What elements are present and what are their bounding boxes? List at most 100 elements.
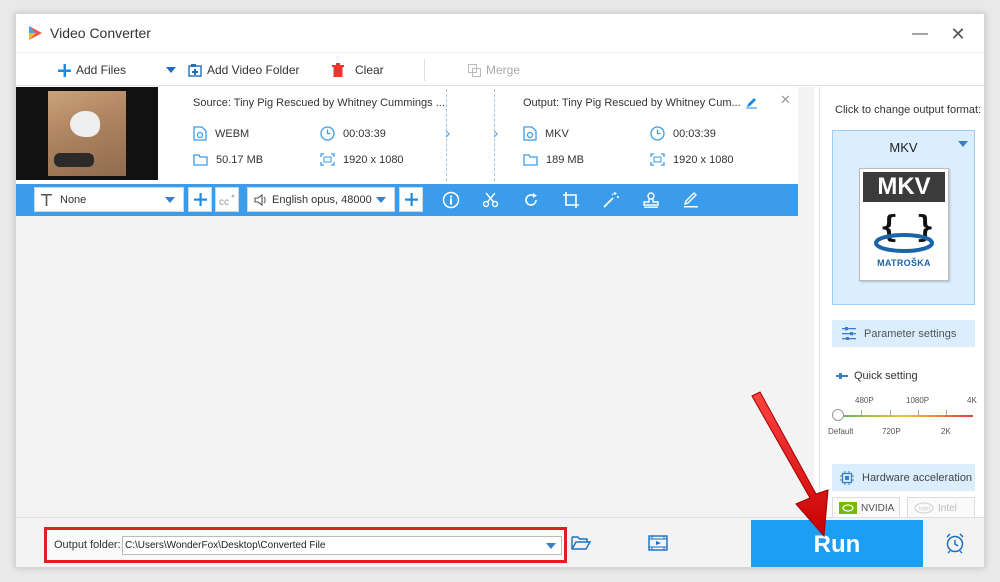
nvidia-logo-icon — [839, 502, 857, 514]
video-thumbnail[interactable] — [16, 87, 158, 180]
add-video-folder-button[interactable]: Add Video Folder — [188, 61, 300, 79]
magic-wand-icon[interactable] — [602, 191, 620, 209]
thumbnail-frame — [48, 91, 126, 176]
output-duration: 00:03:39 — [650, 126, 716, 141]
close-window-button[interactable]: ✕ — [946, 22, 970, 46]
trash-icon — [332, 63, 344, 77]
format-icon — [193, 126, 207, 141]
crop-icon[interactable] — [562, 191, 580, 209]
quick-setting-label: Quick setting — [836, 370, 918, 382]
caret-down-icon — [165, 197, 175, 203]
res-480p: 480P — [855, 396, 874, 405]
output-format-panel: Click to change output format: MKV MKV {… — [819, 87, 984, 519]
add-audio-button[interactable] — [399, 187, 423, 212]
edit-subtitle-icon[interactable] — [682, 191, 700, 209]
merge-icon — [468, 63, 481, 77]
caret-down-icon — [166, 67, 176, 73]
clear-label: Clear — [355, 63, 384, 77]
merge-button[interactable]: Merge — [468, 61, 520, 79]
app-logo-icon — [29, 26, 42, 40]
svg-text:intel: intel — [919, 507, 930, 513]
audio-track-select[interactable]: English opus, 48000 — [247, 187, 395, 212]
title-bar: Video Converter — ✕ — [16, 14, 984, 52]
clear-button[interactable]: Clear — [332, 61, 384, 79]
toolbar-separator — [424, 59, 425, 81]
folder-icon — [193, 154, 208, 166]
minimize-button[interactable]: — — [908, 22, 932, 46]
output-title: Output: Tiny Pig Rescued by Whitney Cum.… — [523, 97, 741, 109]
mkv-doc-header: MKV — [863, 172, 945, 202]
run-button[interactable]: Run — [751, 520, 923, 567]
watermark-stamp-icon[interactable] — [642, 191, 660, 209]
parameter-settings-button[interactable]: Parameter settings — [832, 320, 975, 347]
source-duration: 00:03:39 — [320, 126, 386, 141]
media-folder-icon[interactable] — [648, 535, 668, 551]
quick-setting-text: Quick setting — [854, 370, 918, 382]
thumbnail-dog — [54, 153, 94, 167]
resolution-icon — [320, 153, 335, 166]
add-files-button[interactable]: Add Files — [58, 61, 126, 79]
res-720p: 720P — [882, 427, 901, 436]
window-title: Video Converter — [50, 25, 151, 41]
source-size-text: 50.17 MB — [216, 153, 264, 166]
nvidia-button[interactable]: NVIDIA — [832, 497, 900, 519]
caret-down-icon-2 — [376, 197, 386, 203]
output-format: MKV — [523, 126, 569, 141]
cc-icon: cc — [219, 194, 235, 206]
subtitle-cc-button[interactable]: cc — [215, 187, 239, 212]
alarm-clock-icon[interactable] — [944, 532, 966, 554]
quality-slider-track[interactable] — [837, 415, 973, 417]
intel-button[interactable]: intel Intel — [907, 497, 975, 519]
plus-icon-2 — [404, 193, 418, 206]
source-resolution: 1920 x 1080 — [320, 153, 404, 166]
thumbnail-pig — [70, 111, 100, 137]
add-video-folder-label: Add Video Folder — [207, 63, 300, 77]
output-folder-path: C:\Users\WonderFox\Desktop\Converted Fil… — [125, 540, 326, 551]
quality-slider-knob[interactable] — [832, 409, 844, 421]
plus-icon — [58, 63, 71, 77]
nvidia-label: NVIDIA — [861, 502, 895, 514]
slider-tick — [918, 410, 919, 415]
pencil-icon[interactable] — [745, 96, 758, 109]
res-2k: 2K — [941, 427, 951, 436]
slider-tick — [946, 410, 947, 415]
res-4k: 4K — [967, 396, 977, 405]
output-folder-group: Output folder: C:\Users\WonderFox\Deskto… — [44, 527, 567, 563]
slider-tick — [861, 410, 862, 415]
rotate-icon[interactable] — [522, 191, 540, 209]
toolbar: Add Files Add Video Folder Clear Merge — [16, 52, 984, 86]
intel-logo-icon: intel — [914, 502, 934, 514]
source-title: Source: Tiny Pig Rescued by Whitney Cumm… — [193, 97, 445, 109]
output-resolution-text: 1920 x 1080 — [673, 153, 734, 166]
quick-setting-icon — [836, 373, 848, 379]
add-files-dropdown[interactable] — [166, 61, 176, 79]
remove-file-icon[interactable]: ✕ — [780, 92, 791, 108]
caret-down-icon-4 — [546, 543, 556, 549]
resolution-icon-out — [650, 153, 665, 166]
svg-text:cc: cc — [219, 197, 229, 206]
scissors-icon[interactable] — [482, 191, 500, 209]
add-subtitle-button[interactable] — [188, 187, 212, 212]
intel-label: Intel — [938, 502, 957, 514]
clock-icon — [320, 126, 335, 141]
folder-icon-out — [523, 154, 538, 166]
file-item[interactable]: Source: Tiny Pig Rescued by Whitney Cumm… — [16, 87, 798, 184]
hardware-acceleration-button[interactable]: Hardware acceleration — [832, 464, 975, 491]
mkv-format-icon: MKV { } MATROŠKA — [859, 168, 949, 281]
info-icon[interactable] — [442, 191, 460, 209]
sliders-icon — [842, 327, 856, 340]
output-format-selector[interactable]: MKV MKV { } MATROŠKA — [832, 130, 975, 305]
folder-plus-icon — [188, 64, 202, 77]
divider-right — [494, 89, 495, 181]
audio-value: English opus, 48000 — [272, 193, 372, 206]
source-format: WEBM — [193, 126, 249, 141]
open-folder-icon[interactable] — [571, 535, 591, 550]
format-name: MKV — [889, 140, 918, 155]
output-format-text: MKV — [545, 127, 569, 140]
output-folder-select[interactable]: C:\Users\WonderFox\Desktop\Converted Fil… — [122, 536, 562, 555]
subtitle-select[interactable]: None — [34, 187, 184, 212]
slider-tick — [890, 410, 891, 415]
output-size-text: 189 MB — [546, 153, 584, 166]
output-size: 189 MB — [523, 153, 584, 166]
add-files-label: Add Files — [76, 63, 127, 77]
